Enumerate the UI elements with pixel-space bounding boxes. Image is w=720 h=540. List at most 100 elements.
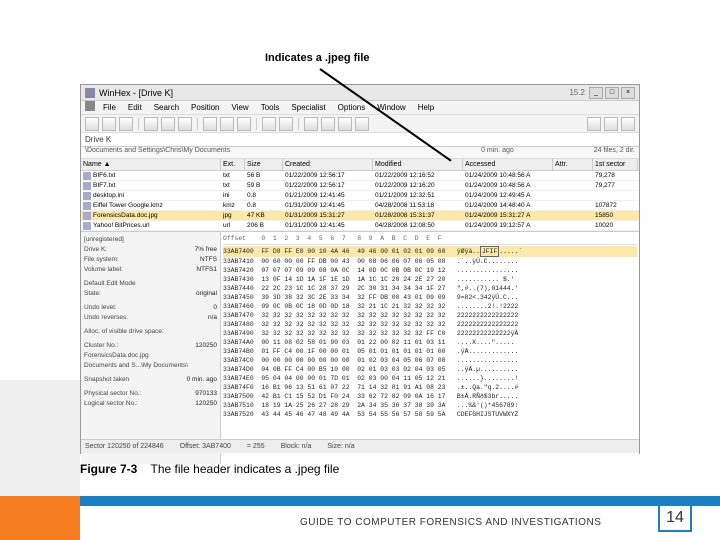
app-icon [85, 88, 95, 98]
figure-number: Figure 7-3 [80, 462, 137, 476]
tool-find-icon[interactable] [237, 117, 251, 131]
detail-row: Volume label:NTFS1 [84, 265, 217, 274]
file-row[interactable]: BIF7.txttxt59 B01/22/2009 12:56:1701/22/… [81, 181, 639, 191]
column-header[interactable]: Ext. [221, 159, 245, 170]
slide-left-accent [0, 380, 80, 500]
status-size-value: n/a [345, 443, 355, 450]
maximize-button[interactable]: □ [605, 87, 619, 99]
hex-row[interactable]: 33AB7510 18 19 1A 25 26 27 28 29 2A 34 3… [223, 401, 637, 410]
status-sector: Sector 120250 of 224846 [85, 443, 164, 450]
tool-win-min-icon[interactable] [587, 117, 601, 131]
menubar: FileEditSearchPositionViewToolsSpecialis… [81, 101, 639, 115]
detail-row: File system:NTFS [84, 255, 217, 264]
annotation-text: Indicates a .jpeg file [265, 52, 370, 64]
menu-file[interactable]: File [97, 101, 122, 114]
file-row[interactable]: ForensicsData.doc.jpgjpg47 KB01/31/2009 … [81, 211, 639, 221]
hex-row[interactable]: 33AB7400 FF D8 FF E0 00 10 4A 46 49 46 0… [223, 246, 637, 257]
tool-print-icon[interactable] [119, 117, 133, 131]
file-icon [83, 222, 91, 230]
column-header[interactable]: Name ▲ [81, 159, 221, 170]
snapshot-age: 0 min. ago [481, 147, 514, 158]
hex-row[interactable]: 33AB7410 00 60 00 00 FF DB 00 43 00 08 0… [223, 257, 637, 266]
tool-new-icon[interactable] [144, 117, 158, 131]
hex-row[interactable]: 33AB7450 39 3D 38 32 3C 2E 33 34 32 FF D… [223, 293, 637, 302]
tool-calc-icon[interactable] [321, 117, 335, 131]
tool-win-max-icon[interactable] [604, 117, 618, 131]
hex-row[interactable]: 33AB74C0 00 00 00 00 00 00 00 00 01 02 0… [223, 356, 637, 365]
menu-specialist[interactable]: Specialist [285, 101, 331, 114]
hex-row[interactable]: 33AB7470 32 32 32 32 32 32 32 32 32 32 3… [223, 311, 637, 320]
jfif-marker: JFIF [480, 246, 499, 257]
menu-search[interactable]: Search [148, 101, 185, 114]
hex-row[interactable]: 33AB7430 13 0F 14 1D 1A 1F 1E 1D 1A 1C 1… [223, 275, 637, 284]
tool-help-icon[interactable] [355, 117, 369, 131]
hex-row[interactable]: 33AB7500 42 B1 C1 15 52 D1 F0 24 33 62 7… [223, 392, 637, 401]
details-panel: [unregistered]Drive K:7% freeFile system… [81, 232, 221, 464]
file-row[interactable]: BIF6.txttxt56 B01/22/2009 12:56:1701/22/… [81, 171, 639, 181]
hex-row[interactable]: 33AB74A0 00 11 08 02 58 01 90 03 01 22 0… [223, 338, 637, 347]
status-block-value: n/a [302, 443, 312, 450]
menu-help[interactable]: Help [412, 101, 440, 114]
tool-paste-icon[interactable] [178, 117, 192, 131]
hex-viewer[interactable]: Offset 0 1 2 3 4 5 6 7 8 9 A B C D E F 3… [221, 232, 639, 464]
column-header[interactable]: Attr. [553, 159, 593, 170]
tool-save-icon[interactable] [102, 117, 116, 131]
menu-options[interactable]: Options [332, 101, 372, 114]
hex-row[interactable]: 33AB7440 22 2C 23 1C 1C 28 37 29 2C 30 3… [223, 284, 637, 293]
tool-fwd-icon[interactable] [279, 117, 293, 131]
status-size-label: Size: [327, 443, 343, 450]
menu-app-icon [85, 101, 95, 111]
file-listing: Name ▲Ext.SizeCreatedModifiedAccessedAtt… [81, 159, 639, 232]
menu-tools[interactable]: Tools [255, 101, 286, 114]
current-path: \Documents and Settings\Chris\My Documen… [85, 147, 481, 158]
hex-row[interactable]: 33AB7490 32 32 32 32 32 32 32 32 32 32 3… [223, 329, 637, 338]
status-offset-value: 3AB7400 [202, 443, 231, 450]
figure-text: The file header indicates a .jpeg file [150, 462, 339, 476]
file-icon [83, 212, 91, 220]
detail-row: Cluster No.:120250 [84, 341, 217, 350]
hex-row[interactable]: 33AB74D0 04 0B FF C4 00 B5 10 00 02 01 0… [223, 365, 637, 374]
tool-back-icon[interactable] [262, 117, 276, 131]
hex-row[interactable]: 33AB74E0 05 04 04 00 00 01 7D 01 02 03 0… [223, 374, 637, 383]
menu-position[interactable]: Position [185, 101, 225, 114]
column-header[interactable]: 1st sector [593, 159, 638, 170]
tool-block-icon[interactable] [220, 117, 234, 131]
menu-view[interactable]: View [226, 101, 255, 114]
minimize-button[interactable]: _ [589, 87, 603, 99]
tool-options-icon[interactable] [338, 117, 352, 131]
file-row[interactable]: Yahoo! BitPrices.urlurl206 B01/31/2009 1… [81, 221, 639, 231]
tool-win-close-icon[interactable] [621, 117, 635, 131]
hex-row[interactable]: 33AB7420 07 07 07 09 09 08 0A 0C 14 0D 0… [223, 266, 637, 275]
hex-header: Offset 0 1 2 3 4 5 6 7 8 9 A B C D E F [223, 234, 637, 245]
path-info-bar: \Documents and Settings\Chris\My Documen… [81, 147, 639, 159]
version-label: 15.2 [569, 88, 585, 97]
drive-label: Drive K [85, 135, 111, 144]
window-title: WinHex - [Drive K] [99, 88, 569, 98]
hex-row[interactable]: 33AB7480 32 32 32 32 32 32 32 32 32 32 3… [223, 320, 637, 329]
file-count: 24 files, 2 dir. [594, 147, 635, 158]
detail-row: ForensicsData.doc.jpg [84, 351, 217, 360]
file-header-row: Name ▲Ext.SizeCreatedModifiedAccessedAtt… [81, 159, 639, 171]
file-row[interactable]: Eiffel Tower Google.kmzkmz0.801/31/2009 … [81, 201, 639, 211]
column-header[interactable]: Accessed [463, 159, 553, 170]
detail-row: Logical sector No.:120250 [84, 399, 217, 408]
page-number: 14 [658, 504, 692, 532]
detail-row: [unregistered] [84, 235, 217, 244]
tool-cut-icon[interactable] [203, 117, 217, 131]
hex-row[interactable]: 33AB7520 43 44 45 46 47 48 49 4A 53 54 5… [223, 410, 637, 419]
close-button[interactable]: × [621, 87, 635, 99]
file-row[interactable]: desktop.iniini0.801/21/2009 12:41:4501/2… [81, 191, 639, 201]
detail-row: Undo level:0 [84, 303, 217, 312]
tool-open-icon[interactable] [85, 117, 99, 131]
detail-row: Alloc. of visible drive space: [84, 327, 217, 336]
tool-goto-icon[interactable] [304, 117, 318, 131]
hex-row[interactable]: 33AB7460 09 0C 0B 0C 18 0D 0D 18 32 21 1… [223, 302, 637, 311]
detail-row: Undo reverses:n/a [84, 313, 217, 322]
hex-row[interactable]: 33AB74B0 01 FF C4 00 1F 00 00 01 05 01 0… [223, 347, 637, 356]
column-header[interactable]: Size [245, 159, 283, 170]
winhex-window: WinHex - [Drive K] 15.2 _ □ × FileEditSe… [80, 84, 640, 454]
hex-row[interactable]: 33AB74F0 16 B1 06 13 51 61 07 22 71 14 3… [223, 383, 637, 392]
tool-copy-icon[interactable] [161, 117, 175, 131]
column-header[interactable]: Created [283, 159, 373, 170]
menu-edit[interactable]: Edit [122, 101, 148, 114]
